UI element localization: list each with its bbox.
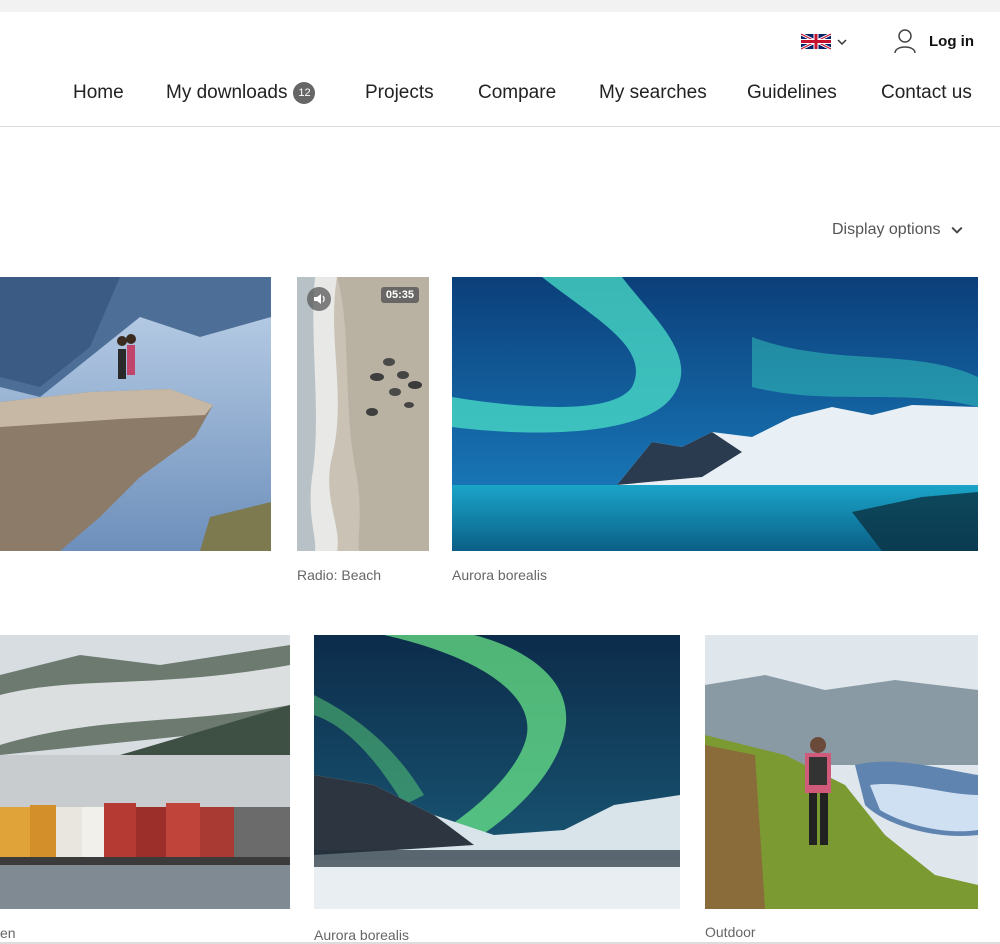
- caption-town: en: [0, 925, 16, 941]
- nav-my-downloads[interactable]: My downloads 12: [166, 82, 316, 104]
- image-tile-cliff-fjord[interactable]: [0, 277, 271, 551]
- chevron-down-icon: [951, 226, 962, 234]
- nav-guidelines-label: Guidelines: [747, 82, 837, 103]
- nav-compare[interactable]: Compare: [478, 82, 556, 104]
- caption-aurora-1: Aurora borealis: [452, 567, 547, 583]
- aurora-valley-image: [314, 635, 680, 909]
- nav-my-searches-label: My searches: [599, 82, 707, 103]
- aurora-sea-image: [452, 277, 978, 551]
- login-label: Log in: [929, 32, 974, 50]
- nav-compare-label: Compare: [478, 82, 557, 103]
- nav-guidelines[interactable]: Guidelines: [747, 82, 837, 104]
- caption-aurora-2: Aurora borealis: [314, 927, 409, 943]
- cliff-fjord-image: [0, 277, 271, 551]
- login-button[interactable]: Log in: [893, 28, 974, 54]
- display-options-label: Display options: [832, 221, 941, 238]
- aerial-beach-image: [297, 277, 429, 551]
- nav-my-downloads-label: My downloads: [166, 82, 288, 103]
- utility-bar: Log in: [0, 28, 1000, 58]
- nav-contact-us[interactable]: Contact us: [881, 82, 972, 104]
- header-divider: [0, 126, 1000, 127]
- caption-radio-beach: Radio: Beach: [297, 567, 382, 583]
- chevron-down-icon: [837, 38, 847, 45]
- image-tile-aurora-2[interactable]: [314, 635, 680, 909]
- video-tile-beach[interactable]: 05:35: [297, 277, 429, 551]
- nav-home-label: Home: [73, 82, 124, 103]
- image-tile-hiker[interactable]: [705, 635, 978, 909]
- caption-outdoor: Outdoor: [705, 924, 756, 940]
- nav-contact-us-label: Contact us: [881, 82, 972, 103]
- downloads-count-badge: 12: [293, 82, 316, 104]
- nav-home[interactable]: Home: [73, 82, 124, 104]
- language-selector[interactable]: [801, 32, 847, 51]
- display-options-button[interactable]: Display options: [832, 221, 963, 239]
- nav-projects-label: Projects: [365, 82, 434, 103]
- waterfront-town-image: [0, 635, 290, 909]
- hiker-fjord-image: [705, 635, 978, 909]
- nav-my-searches[interactable]: My searches: [599, 82, 707, 104]
- nav-projects[interactable]: Projects: [365, 82, 434, 104]
- uk-flag-icon: [801, 32, 831, 51]
- main-nav: Home My downloads 12 Projects Compare My…: [0, 82, 1000, 116]
- user-icon: [894, 29, 916, 54]
- image-tile-aurora-1[interactable]: [452, 277, 978, 551]
- image-tile-waterfront-town[interactable]: [0, 635, 290, 909]
- video-duration: 05:35: [380, 287, 419, 303]
- speaker-icon: [307, 287, 331, 311]
- top-strip: [0, 0, 1000, 12]
